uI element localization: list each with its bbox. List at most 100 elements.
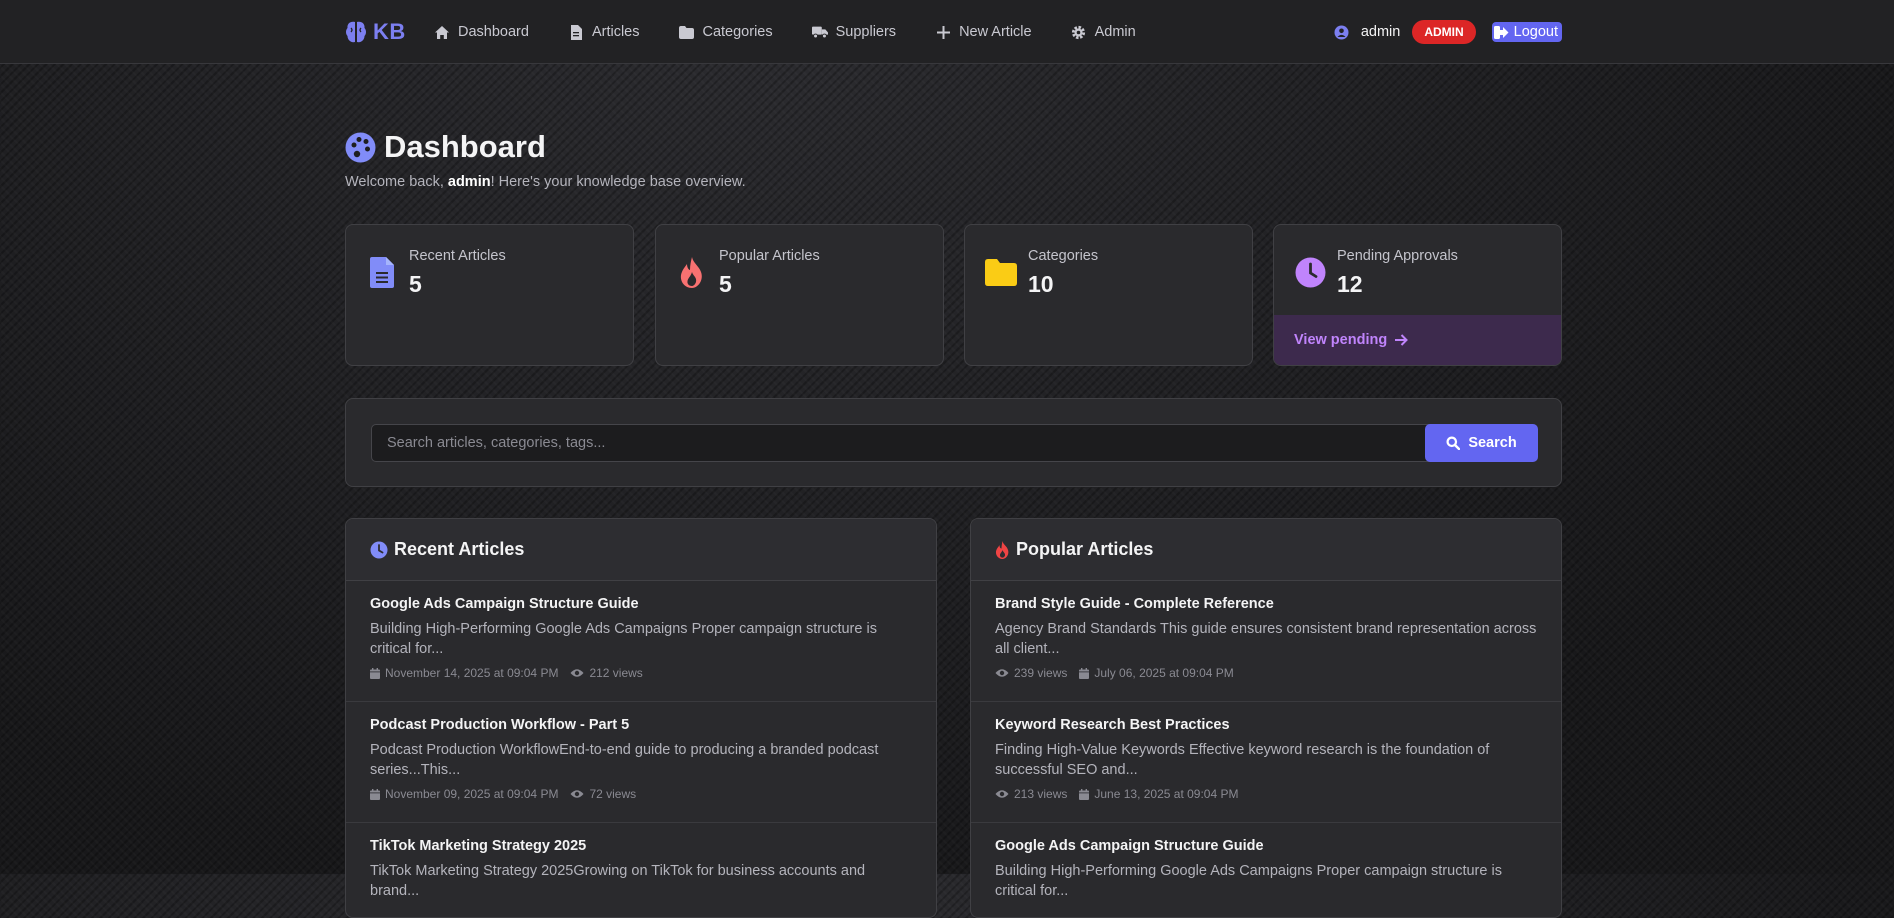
nav-suppliers-label: Suppliers [835, 24, 897, 40]
logout-button[interactable]: Logout [1491, 22, 1562, 42]
article-title: Podcast Production Workflow - Part 5 [370, 717, 630, 733]
stat-value: 10 [1028, 271, 1054, 297]
article-views-text: 212 views [589, 666, 643, 680]
brand-name: KB [373, 19, 406, 44]
article-date: June 13, 2025 at 09:04 PM [1079, 787, 1238, 801]
view-pending-link[interactable]: View pending [1274, 315, 1561, 365]
welcome-prefix: Welcome back, [345, 174, 448, 190]
article-excerpt: Building High-Performing Google Ads Camp… [995, 863, 1502, 899]
nav-new-article[interactable]: New Article [935, 24, 1032, 40]
article-date-text: July 06, 2025 at 09:04 PM [1094, 666, 1234, 680]
article-date: November 09, 2025 at 09:04 PM [370, 787, 558, 801]
top-navbar: KB Dashboard Articles Categories Supplie… [0, 0, 1894, 64]
search-icon [1446, 436, 1461, 450]
search-panel: Search [345, 398, 1562, 487]
nav-suppliers[interactable]: Suppliers [811, 24, 897, 40]
file-icon [568, 24, 584, 40]
stat-label: Recent Articles [409, 248, 506, 264]
stat-card-popular-articles: Popular Articles 5 [655, 224, 944, 366]
article-excerpt: Podcast Production WorkflowEnd-to-end gu… [370, 742, 879, 778]
home-icon [434, 24, 450, 40]
article-excerpt: Building High-Performing Google Ads Camp… [370, 621, 877, 657]
welcome-suffix: ! Here's your knowledge base overview. [490, 174, 746, 190]
eye-icon [570, 789, 584, 799]
search-input[interactable] [371, 424, 1454, 462]
nav-new-article-label: New Article [959, 24, 1032, 40]
brain-icon [345, 20, 367, 44]
plus-icon [935, 24, 951, 40]
file-icon [366, 255, 398, 289]
nav-dashboard[interactable]: Dashboard [434, 24, 529, 40]
view-pending-label: View pending [1294, 332, 1388, 348]
stat-label: Popular Articles [719, 248, 820, 264]
article-meta: November 09, 2025 at 09:04 PM 72 views [370, 787, 912, 801]
fire-icon [676, 255, 708, 289]
eye-icon [570, 668, 584, 678]
user-circle-icon [1334, 25, 1349, 40]
welcome-username: admin [447, 174, 491, 190]
article-views: 212 views [570, 666, 643, 680]
nav-admin[interactable]: Admin [1071, 24, 1136, 40]
search-button[interactable]: Search [1425, 424, 1538, 462]
article-excerpt: Finding High-Value Keywords Effective ke… [995, 742, 1490, 778]
article-item[interactable]: Google Ads Campaign Structure Guide Buil… [971, 823, 1561, 917]
article-title: Brand Style Guide - Complete Reference [995, 596, 1274, 612]
nav-articles[interactable]: Articles [568, 24, 640, 40]
stat-card-categories: Categories 10 [964, 224, 1253, 366]
recent-articles-panel: Recent Articles Google Ads Campaign Stru… [345, 518, 937, 918]
article-title: Google Ads Campaign Structure Guide [370, 596, 639, 612]
article-views: 72 views [570, 787, 636, 801]
palette-icon [345, 132, 376, 163]
panel-title: Recent Articles [394, 539, 525, 559]
panel-title: Popular Articles [1016, 539, 1154, 559]
nav-articles-label: Articles [591, 24, 640, 40]
stat-label: Pending Approvals [1337, 248, 1458, 264]
article-title: Google Ads Campaign Structure Guide [995, 838, 1264, 854]
article-views: 213 views [995, 787, 1067, 801]
article-meta: 213 views June 13, 2025 at 09:04 PM [995, 787, 1537, 801]
eye-icon [995, 789, 1009, 799]
article-date: November 14, 2025 at 09:04 PM [370, 666, 558, 680]
article-meta: 239 views July 06, 2025 at 09:04 PM [995, 666, 1537, 680]
calendar-icon [1079, 788, 1090, 800]
article-title: Keyword Research Best Practices [995, 717, 1230, 733]
article-excerpt: TikTok Marketing Strategy 2025Growing on… [370, 863, 866, 899]
nav-admin-label: Admin [1094, 24, 1136, 40]
nav-categories-label: Categories [702, 24, 773, 40]
username: admin [1360, 24, 1401, 40]
main-nav: Dashboard Articles Categories Suppliers … [434, 0, 1136, 64]
fire-icon [995, 540, 1010, 559]
folder-icon [678, 24, 694, 40]
stat-value: 5 [409, 271, 422, 297]
page-header: Dashboard [345, 129, 546, 165]
stat-card-recent-articles: Recent Articles 5 [345, 224, 634, 366]
gear-icon [1071, 24, 1087, 40]
search-button-label: Search [1468, 435, 1517, 451]
calendar-icon [1079, 667, 1090, 679]
stat-card-pending-approvals: Pending Approvals 12 View pending [1273, 224, 1562, 366]
clock-icon [1294, 255, 1326, 289]
article-excerpt: Agency Brand Standards This guide ensure… [995, 621, 1537, 657]
clock-icon [370, 541, 388, 559]
article-views-text: 239 views [1014, 666, 1068, 680]
article-views-text: 213 views [1014, 787, 1068, 801]
panel-header: Recent Articles [346, 519, 936, 581]
nav-dashboard-label: Dashboard [458, 24, 529, 40]
article-date-text: November 14, 2025 at 09:04 PM [385, 666, 559, 680]
popular-articles-panel: Popular Articles Brand Style Guide - Com… [970, 518, 1562, 918]
article-item[interactable]: TikTok Marketing Strategy 2025 TikTok Ma… [346, 823, 936, 917]
article-item[interactable]: Podcast Production Workflow - Part 5 Pod… [346, 702, 936, 823]
welcome-message: Welcome back, admin! Here's your knowled… [345, 174, 746, 190]
logout-label: Logout [1513, 24, 1558, 40]
arrow-right-icon [1395, 334, 1409, 346]
panel-header: Popular Articles [971, 519, 1561, 581]
article-item[interactable]: Keyword Research Best Practices Finding … [971, 702, 1561, 823]
article-date-text: June 13, 2025 at 09:04 PM [1094, 787, 1239, 801]
eye-icon [995, 668, 1009, 678]
article-item[interactable]: Google Ads Campaign Structure Guide Buil… [346, 581, 936, 702]
logout-icon [1493, 25, 1509, 39]
article-views: 239 views [995, 666, 1067, 680]
brand-logo[interactable]: KB [345, 19, 406, 45]
nav-categories[interactable]: Categories [678, 24, 773, 40]
article-item[interactable]: Brand Style Guide - Complete Reference A… [971, 581, 1561, 702]
